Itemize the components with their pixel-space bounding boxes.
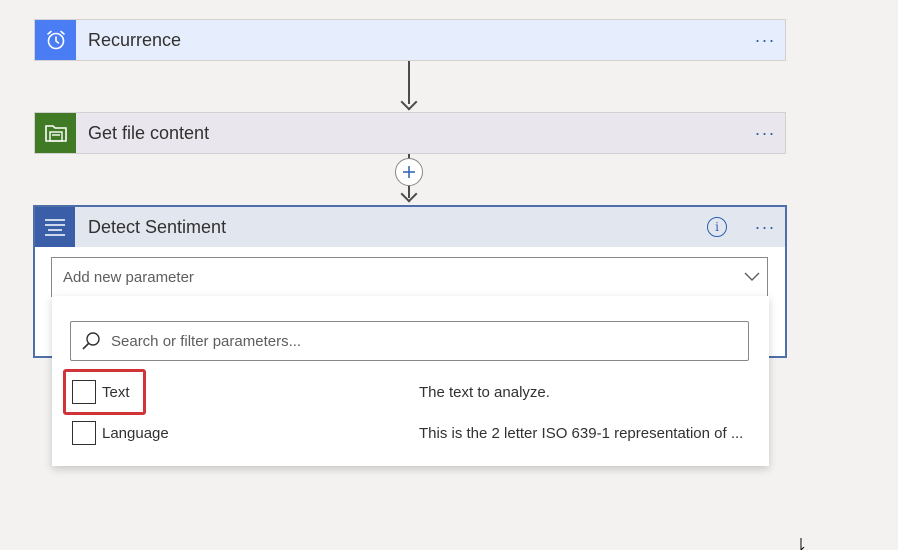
option-label: Language [102,424,169,442]
plus-icon [403,166,415,178]
folder-icon [35,113,76,153]
connector-arrow-head [400,185,418,203]
mouse-cursor-icon [800,538,805,550]
add-new-parameter-dropdown[interactable]: Add new parameter [51,257,768,297]
parameters-dropdown-panel: Search or filter parameters... Text The … [52,296,769,466]
get-file-content-title: Get file content [88,122,210,143]
connector-arrow-head [400,93,418,111]
parameter-option-text[interactable]: Text The text to analyze. [72,379,752,405]
search-placeholder: Search or filter parameters... [111,332,302,350]
search-icon [71,331,111,351]
detect-sentiment-header[interactable]: Detect Sentiment i ··· [35,207,785,247]
alarm-clock-icon [35,20,76,60]
text-lines-icon [35,207,75,247]
option-description: The text to analyze. [419,383,550,401]
chevron-down-icon [737,272,767,282]
recurrence-title: Recurrence [88,29,182,50]
parameter-option-language[interactable]: Language This is the 2 letter ISO 639-1 … [72,420,752,446]
option-description: This is the 2 letter ISO 639-1 represent… [419,424,744,442]
recurrence-step-card[interactable]: Recurrence ··· [34,19,786,61]
language-checkbox[interactable] [72,421,96,445]
parameter-search-input[interactable]: Search or filter parameters... [70,321,749,361]
detect-sentiment-more-options-button[interactable]: ··· [745,217,785,238]
option-label: Text [102,383,130,401]
recurrence-more-options-button[interactable]: ··· [745,30,785,51]
detect-sentiment-title: Detect Sentiment [88,216,227,237]
get-file-content-more-options-button[interactable]: ··· [745,123,785,144]
add-new-parameter-placeholder: Add new parameter [63,268,194,286]
insert-step-button[interactable] [395,158,423,186]
get-file-content-step-card[interactable]: Get file content ··· [34,112,786,154]
info-icon[interactable]: i [707,217,727,237]
highlight-annotation-box [63,369,146,415]
